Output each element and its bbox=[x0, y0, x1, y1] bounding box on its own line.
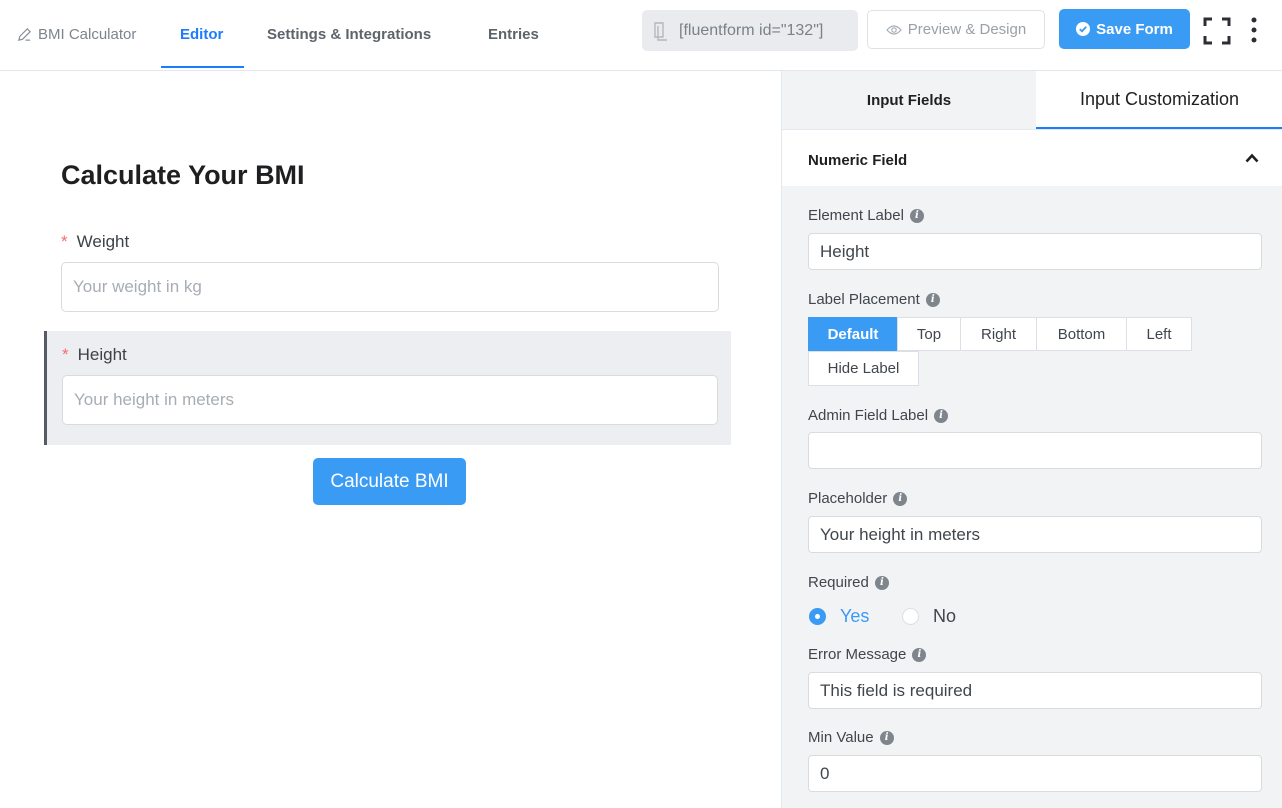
save-form-button[interactable]: Save Form bbox=[1059, 9, 1190, 49]
save-form-label: Save Form bbox=[1096, 20, 1173, 38]
top-bar: BMI Calculator Editor Settings & Integra… bbox=[0, 0, 1282, 71]
label-placement-group: Default Top Right Bottom Left bbox=[808, 317, 1192, 351]
tab-settings-integrations[interactable]: Settings & Integrations bbox=[267, 26, 431, 43]
error-message-input[interactable]: This field is required bbox=[808, 672, 1262, 709]
element-label-value: Height bbox=[820, 241, 870, 261]
info-icon[interactable]: i bbox=[912, 647, 927, 662]
error-message-value: This field is required bbox=[820, 680, 973, 700]
placement-hide-label-button[interactable]: Hide Label bbox=[808, 351, 919, 386]
required-asterisk: * bbox=[62, 345, 69, 364]
placement-right-button[interactable]: Right bbox=[960, 317, 1037, 351]
info-icon[interactable]: i bbox=[934, 408, 949, 423]
more-options-icon[interactable] bbox=[1249, 17, 1259, 43]
placeholder-label: Placeholder i bbox=[808, 490, 908, 507]
form-name-text: BMI Calculator bbox=[38, 26, 137, 43]
height-label-text: Height bbox=[77, 345, 127, 364]
shortcode-copy[interactable]: [fluentform id="132"] bbox=[642, 10, 858, 51]
preview-design-button[interactable]: Preview & Design bbox=[867, 10, 1045, 49]
active-tab-indicator bbox=[161, 66, 244, 68]
info-icon[interactable]: i bbox=[879, 730, 894, 745]
required-no-label: No bbox=[933, 606, 957, 626]
admin-field-label-label: Admin Field Label i bbox=[808, 407, 949, 424]
pencil-icon bbox=[18, 28, 31, 41]
info-icon[interactable]: i bbox=[909, 208, 924, 223]
min-value-label-text: Min Value bbox=[808, 729, 874, 746]
eye-icon bbox=[885, 24, 902, 35]
required-yes-label: Yes bbox=[840, 606, 870, 626]
weight-placeholder: Your weight in kg bbox=[73, 277, 202, 296]
chevron-up-icon[interactable] bbox=[1245, 153, 1259, 163]
copy-icon bbox=[654, 21, 667, 41]
fullscreen-icon[interactable] bbox=[1203, 17, 1231, 45]
calculate-bmi-button[interactable]: Calculate BMI bbox=[313, 458, 466, 505]
required-yes-radio[interactable]: Yes bbox=[809, 606, 869, 627]
check-circle-icon bbox=[1076, 22, 1091, 36]
element-label-label: Element Label i bbox=[808, 207, 924, 224]
tab-input-customization[interactable]: Input Customization bbox=[1036, 71, 1282, 129]
tab-input-fields[interactable]: Input Fields bbox=[782, 71, 1036, 129]
height-placeholder: Your height in meters bbox=[74, 390, 235, 409]
error-message-label-text: Error Message bbox=[808, 646, 907, 663]
weight-label-text: Weight bbox=[76, 232, 130, 251]
form-canvas: Calculate Your BMI * Weight Your weight i… bbox=[0, 71, 782, 808]
label-placement-text: Label Placement bbox=[808, 291, 920, 308]
placement-top-button[interactable]: Top bbox=[897, 317, 961, 351]
tab-entries[interactable]: Entries bbox=[488, 26, 539, 43]
height-input[interactable]: Your height in meters bbox=[62, 375, 718, 425]
placeholder-input[interactable]: Your height in meters bbox=[808, 516, 1262, 553]
preview-design-label: Preview & Design bbox=[907, 21, 1027, 38]
element-label-input[interactable]: Height bbox=[808, 233, 1262, 270]
placement-default-button[interactable]: Default bbox=[808, 317, 898, 351]
required-label-text: Required bbox=[808, 574, 869, 591]
error-message-label: Error Message i bbox=[808, 646, 927, 663]
placeholder-label-text: Placeholder bbox=[808, 490, 888, 507]
info-icon[interactable]: i bbox=[874, 575, 889, 590]
numeric-field-section-header[interactable]: Numeric Field bbox=[782, 129, 1282, 186]
required-label: Required i bbox=[808, 574, 889, 591]
section-title: Numeric Field bbox=[808, 152, 908, 169]
admin-field-label-input[interactable] bbox=[808, 432, 1262, 469]
tab-editor[interactable]: Editor bbox=[180, 26, 223, 43]
placement-bottom-button[interactable]: Bottom bbox=[1036, 317, 1127, 351]
required-asterisk: * bbox=[61, 232, 68, 251]
min-value-value: 0 bbox=[820, 763, 830, 783]
height-label: * Height bbox=[62, 345, 127, 365]
element-label-text: Element Label bbox=[808, 207, 904, 224]
form-name[interactable]: BMI Calculator bbox=[17, 26, 136, 43]
info-icon[interactable]: i bbox=[893, 491, 908, 506]
settings-sidebar: Input Fields Input Customization Numeric… bbox=[781, 71, 1282, 808]
form-title: Calculate Your BMI bbox=[61, 160, 305, 190]
shortcode-text: [fluentform id="132"] bbox=[679, 21, 824, 39]
weight-input[interactable]: Your weight in kg bbox=[61, 262, 719, 312]
radio-checked-icon bbox=[809, 608, 826, 625]
placeholder-value: Your height in meters bbox=[820, 524, 981, 544]
info-icon[interactable]: i bbox=[925, 292, 940, 307]
placement-left-button[interactable]: Left bbox=[1126, 317, 1192, 351]
min-value-label: Min Value i bbox=[808, 729, 894, 746]
admin-field-label-text: Admin Field Label bbox=[808, 407, 929, 424]
min-value-input[interactable]: 0 bbox=[808, 755, 1262, 792]
required-no-radio[interactable]: No bbox=[902, 606, 956, 627]
label-placement-label: Label Placement i bbox=[808, 291, 940, 308]
weight-label: * Weight bbox=[61, 232, 129, 252]
radio-unchecked-icon bbox=[902, 608, 919, 625]
